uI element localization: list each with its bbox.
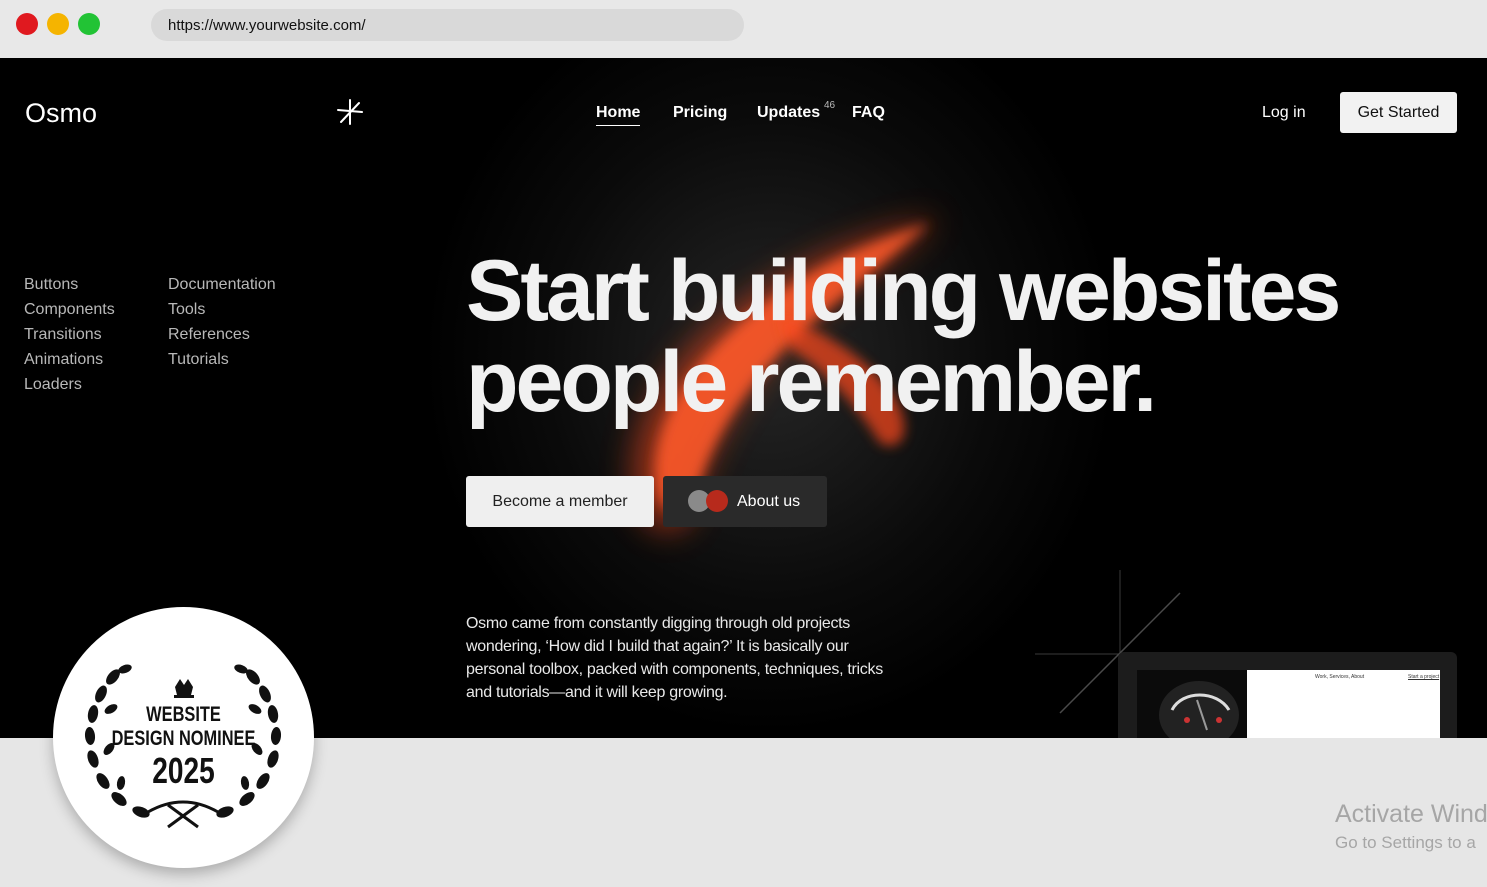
preview-cta-text: Start a project bbox=[1408, 674, 1440, 680]
site-logo[interactable]: Osmo bbox=[25, 98, 97, 129]
login-link[interactable]: Log in bbox=[1262, 104, 1306, 122]
hero-headline-line2: people remember. bbox=[466, 334, 1157, 430]
hero-headline: Start building websites people remember. bbox=[466, 243, 1341, 430]
preview-page: Work, Services, About Start a project bbox=[1247, 670, 1440, 738]
preview-image bbox=[1137, 670, 1247, 738]
address-bar[interactable]: https://www.yourwebsite.com/ bbox=[151, 9, 744, 41]
nav-faq[interactable]: FAQ bbox=[852, 104, 885, 122]
sidebar-link-components[interactable]: Components bbox=[24, 301, 115, 326]
sidebar-link-buttons[interactable]: Buttons bbox=[24, 276, 115, 301]
website-preview-card[interactable]: Work, Services, About Start a project bbox=[1118, 652, 1457, 738]
sidebar-link-loaders[interactable]: Loaders bbox=[24, 376, 115, 401]
close-window-button[interactable] bbox=[16, 13, 38, 35]
browser-chrome: https://www.yourwebsite.com/ bbox=[0, 0, 1487, 58]
asterisk-icon bbox=[337, 99, 363, 125]
minimize-window-button[interactable] bbox=[47, 13, 69, 35]
sidebar-link-tutorials[interactable]: Tutorials bbox=[168, 351, 276, 376]
activate-windows-subtitle: Go to Settings to a bbox=[1335, 833, 1476, 852]
updates-count-badge: 46 bbox=[824, 100, 836, 111]
about-us-button[interactable]: About us bbox=[663, 476, 827, 527]
sidebar-link-animations[interactable]: Animations bbox=[24, 351, 115, 376]
award-badge: WEBSITE DESIGN NOMINEE 2025 bbox=[53, 607, 314, 868]
sidebar-link-documentation[interactable]: Documentation bbox=[168, 276, 276, 301]
nav-pricing[interactable]: Pricing bbox=[673, 104, 727, 122]
sidebar-link-references[interactable]: References bbox=[168, 326, 276, 351]
about-us-label: About us bbox=[737, 493, 801, 510]
address-bar-url: https://www.yourwebsite.com/ bbox=[168, 17, 366, 34]
award-line1: WEBSITE bbox=[146, 703, 221, 726]
hero-headline-line1: Start building websites bbox=[466, 243, 1341, 339]
maximize-window-button[interactable] bbox=[78, 13, 100, 35]
avatar bbox=[706, 490, 728, 512]
nav-home[interactable]: Home bbox=[596, 104, 641, 126]
hero-description: Osmo came from constantly digging throug… bbox=[466, 615, 883, 701]
get-started-button[interactable]: Get Started bbox=[1340, 92, 1457, 133]
activate-windows-title: Activate Wind bbox=[1335, 800, 1487, 828]
sidebar-links-secondary: Documentation Tools References Tutorials bbox=[168, 276, 276, 376]
helmet-image bbox=[1159, 681, 1239, 738]
sidebar-link-transitions[interactable]: Transitions bbox=[24, 326, 115, 351]
preview-nav-text: Work, Services, About bbox=[1315, 674, 1365, 680]
become-member-button[interactable]: Become a member bbox=[466, 476, 654, 527]
sidebar-links-primary: Buttons Components Transitions Animation… bbox=[24, 276, 115, 401]
nav-updates[interactable]: Updates bbox=[757, 104, 820, 122]
award-line2: DESIGN NOMINEE bbox=[111, 727, 256, 750]
sidebar-link-tools[interactable]: Tools bbox=[168, 301, 276, 326]
award-year: 2025 bbox=[152, 750, 215, 791]
